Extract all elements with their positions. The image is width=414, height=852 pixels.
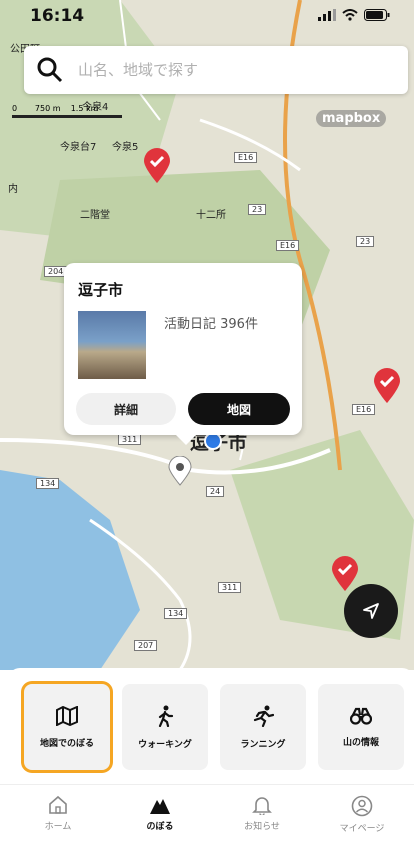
tab-mypage[interactable]: マイページ — [322, 795, 402, 834]
tab-climb[interactable]: のぼる — [120, 795, 200, 832]
mountain-icon — [150, 799, 170, 814]
user-icon — [351, 795, 373, 817]
selected-location-pin-icon[interactable] — [168, 456, 192, 486]
status-bar: 16:14 — [0, 0, 414, 30]
road-label: 23 — [248, 204, 267, 215]
category-label: 山の情報 — [342, 737, 379, 748]
battery-icon — [364, 9, 390, 21]
detail-button[interactable]: 詳細 — [76, 393, 176, 425]
tab-label: マイページ — [339, 824, 385, 834]
road-label: 23 — [356, 236, 375, 247]
road-label: E16 — [352, 404, 376, 415]
road-label: 24 — [206, 486, 225, 497]
category-map-climb[interactable]: 地図でのぼる — [24, 684, 110, 770]
road-label: E16 — [276, 240, 300, 251]
signal-icon — [318, 9, 336, 21]
map-button[interactable]: 地図 — [188, 393, 290, 425]
home-icon — [49, 795, 67, 814]
tab-label: のぼる — [146, 822, 174, 832]
tab-notifications[interactable]: お知らせ — [222, 795, 302, 832]
mapbox-attribution: mapbox — [316, 110, 387, 127]
category-mountain-info[interactable]: 山の情報 — [318, 684, 404, 770]
place-label: 今泉台7 — [60, 142, 97, 153]
road-label: 311 — [218, 582, 242, 593]
place-label: 今泉5 — [112, 142, 139, 153]
category-label: 地図でのぼる — [39, 738, 94, 749]
search-input[interactable] — [76, 60, 380, 80]
road-label: 134 — [164, 608, 188, 619]
category-label: ウォーキング — [138, 739, 192, 750]
search-bar[interactable] — [24, 46, 408, 94]
area-thumbnail — [78, 311, 146, 379]
tab-label: ホーム — [44, 822, 72, 832]
current-location-button[interactable] — [344, 584, 398, 638]
popup-title: 逗子市 — [78, 281, 124, 299]
wifi-icon — [342, 9, 358, 21]
map-icon — [56, 705, 78, 726]
place-label: 十二所 — [196, 210, 226, 221]
bell-icon — [252, 797, 272, 815]
map-pin-icon[interactable] — [330, 556, 360, 592]
status-time: 16:14 — [30, 6, 85, 26]
road-label: E16 — [234, 152, 258, 163]
place-label: 二階堂 — [80, 210, 110, 221]
road-label: 311 — [118, 434, 142, 445]
search-icon — [37, 57, 63, 83]
tab-home[interactable]: ホーム — [18, 795, 98, 832]
road-label: 207 — [134, 640, 158, 651]
map-scale: 0 750 m 1.5 km — [12, 104, 122, 118]
area-popup-card: 逗子市 活動日記 396件 詳細 地図 — [64, 263, 302, 445]
walking-icon — [158, 705, 174, 727]
tab-label: お知らせ — [244, 822, 280, 832]
binoculars-icon — [350, 707, 372, 725]
map-pin-icon[interactable] — [372, 368, 402, 404]
bottom-tab-bar: ホーム のぼる お知らせ マイページ — [0, 784, 414, 852]
running-icon — [253, 705, 274, 727]
activity-count: 活動日記 396件 — [164, 317, 258, 332]
category-running[interactable]: ランニング — [220, 684, 306, 770]
map-pin-icon[interactable] — [142, 148, 172, 184]
navigation-arrow-icon — [363, 603, 379, 619]
category-walking[interactable]: ウォーキング — [122, 684, 208, 770]
activity-category-panel: 地図でのぼる ウォーキング ランニング 山の情報 — [8, 668, 414, 784]
status-indicators — [318, 9, 390, 21]
road-label: 134 — [36, 478, 60, 489]
category-label: ランニング — [240, 739, 286, 750]
place-label: 内 — [8, 184, 18, 195]
